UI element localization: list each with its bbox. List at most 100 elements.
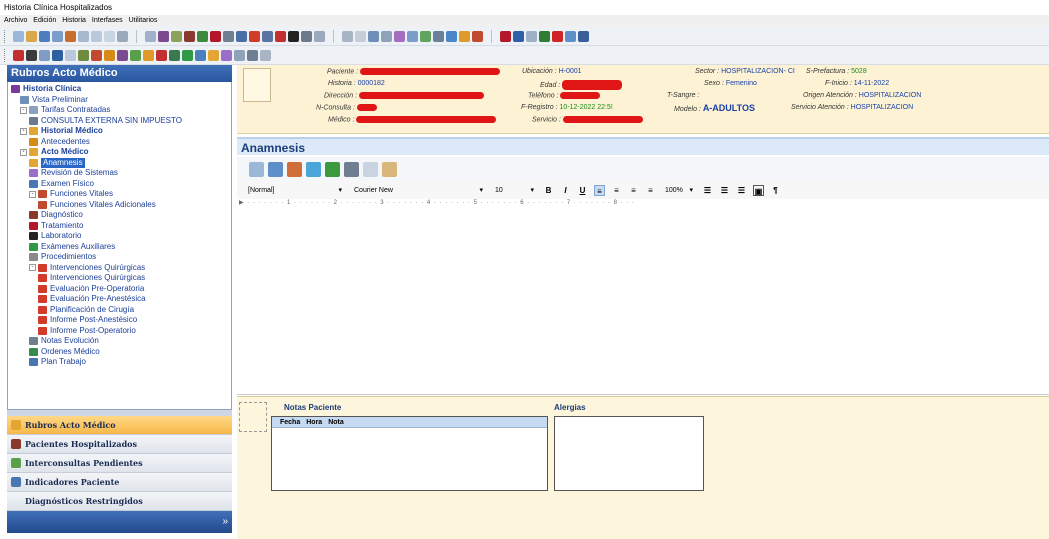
align-right-icon[interactable]: ≡ (628, 185, 639, 196)
person-icon[interactable] (578, 30, 589, 42)
allergies-list[interactable] (554, 416, 704, 491)
align-left-icon[interactable]: ≡ (594, 184, 605, 196)
bag-icon[interactable] (156, 49, 167, 61)
checkmark-icon[interactable] (325, 161, 340, 177)
nav-button[interactable]: Pacientes Hospitalizados (7, 435, 232, 454)
copy-icon[interactable] (91, 30, 102, 42)
key-icon[interactable] (459, 30, 470, 42)
numbered-list-icon[interactable]: ☰ (702, 185, 713, 196)
tree-item[interactable]: Diagnóstico (8, 210, 231, 221)
nav-button[interactable]: Rubros Acto Médico (7, 416, 232, 435)
tree-item[interactable]: Evaluación Pre-Operatoria (8, 284, 231, 295)
tree-item[interactable]: Revisión de Sistemas (8, 168, 231, 179)
list-icon[interactable] (145, 30, 156, 42)
report-icon[interactable] (158, 30, 169, 42)
ruler-marker-icon[interactable]: ▶ (239, 200, 245, 206)
sound-icon[interactable] (117, 30, 128, 42)
tree-item[interactable]: Antecedentes (8, 137, 231, 148)
nav-button[interactable]: Interconsultas Pendientes (7, 454, 232, 473)
paste-doc-icon[interactable] (382, 161, 397, 177)
panel-icon[interactable] (234, 49, 245, 61)
table-insert-icon[interactable] (287, 161, 302, 177)
menu-archivo[interactable]: Archivo (4, 17, 27, 24)
menu-historia[interactable]: Historia (62, 17, 86, 24)
edit-icon[interactable] (500, 30, 511, 42)
indent-icon[interactable]: ☰ (736, 185, 747, 196)
tree-item[interactable]: - Historial Médico (8, 126, 231, 137)
collapse-toggle-icon[interactable]: - (20, 127, 27, 135)
form-icon[interactable] (342, 30, 353, 42)
font-select[interactable]: Courier New ▾ (351, 184, 486, 197)
medal-icon[interactable] (221, 49, 232, 61)
tree-item[interactable]: Funciones Vitales Adicionales (8, 200, 231, 211)
tree-item[interactable]: Vista Preliminar (8, 95, 231, 106)
print-icon[interactable] (52, 30, 63, 42)
column-fecha[interactable]: Fecha (280, 417, 300, 427)
style-select[interactable]: [Normal] ▾ (245, 184, 345, 197)
nav-button[interactable]: Diagnósticos Restringidos (7, 492, 232, 511)
tree-icon[interactable] (78, 49, 89, 61)
toolbar-grip[interactable] (4, 29, 7, 43)
open-folder-icon[interactable] (306, 161, 321, 177)
brush2-icon[interactable] (91, 49, 102, 61)
arrow-icon[interactable] (52, 49, 63, 61)
check-icon[interactable] (197, 30, 208, 42)
nav-expand-button[interactable]: » (7, 511, 232, 533)
folder2-icon[interactable] (208, 49, 219, 61)
menu-utilitarios[interactable]: Utilitarios (129, 17, 158, 24)
tree-item[interactable]: Exámenes Auxiliares (8, 242, 231, 253)
tree-item[interactable]: Tratamiento (8, 221, 231, 232)
notes-table[interactable]: Fecha Hora Nota (271, 416, 548, 491)
clock-icon[interactable] (247, 49, 258, 61)
anamnesis-editor[interactable] (237, 210, 1049, 395)
disk-icon[interactable] (39, 30, 50, 42)
plant-icon[interactable] (182, 49, 193, 61)
syringe-icon[interactable] (26, 49, 37, 61)
clipboard2-icon[interactable] (169, 49, 180, 61)
frame-icon[interactable]: ▣ (753, 184, 764, 196)
bed2-icon[interactable] (39, 49, 50, 61)
pilcrow-button[interactable]: ¶ (770, 185, 781, 196)
tree-item[interactable]: Evaluación Pre-Anestésica (8, 294, 231, 305)
pill-icon[interactable] (275, 30, 286, 42)
collapse-toggle-icon[interactable]: - (29, 264, 36, 272)
tree-item[interactable]: - Tarifas Contratadas (8, 105, 231, 116)
keyboard-icon[interactable] (565, 30, 576, 42)
tree-item[interactable]: Procedimientos (8, 252, 231, 263)
abbreviation-icon[interactable] (268, 161, 283, 177)
tree-item[interactable]: - Acto Médico (8, 147, 231, 158)
link-icon[interactable] (314, 30, 325, 42)
chart-icon[interactable] (394, 30, 405, 42)
book-icon[interactable] (195, 49, 206, 61)
italic-button[interactable]: I (560, 185, 571, 196)
pen-icon[interactable] (171, 30, 182, 42)
save-blue-icon[interactable] (513, 30, 524, 42)
monitor-icon[interactable] (236, 30, 247, 42)
import-icon[interactable] (526, 30, 537, 42)
column-nota[interactable]: Nota (328, 417, 344, 427)
nurse-icon[interactable] (301, 30, 312, 42)
align-center-icon[interactable]: ≡ (611, 185, 622, 196)
alert-icon[interactable] (249, 30, 260, 42)
lab-icon[interactable] (210, 30, 221, 42)
collapse-toggle-icon[interactable]: - (29, 190, 36, 198)
new-icon[interactable] (13, 30, 24, 42)
heart-icon[interactable] (472, 30, 483, 42)
menu-interfases[interactable]: Interfases (92, 17, 123, 24)
emergency-icon[interactable] (13, 49, 24, 61)
verify-icon[interactable] (420, 30, 431, 42)
tree-item[interactable]: Notas Evolución (8, 336, 231, 347)
copy-doc-icon[interactable] (363, 161, 378, 177)
tree-item[interactable]: Plan Trabajo (8, 357, 231, 368)
justify-icon[interactable]: ≡ (645, 185, 656, 196)
doctor-icon[interactable] (288, 30, 299, 42)
calendar-icon[interactable] (381, 30, 392, 42)
tree-item[interactable]: Laboratorio (8, 231, 231, 242)
grid-icon[interactable] (446, 30, 457, 42)
collapse-toggle-icon[interactable]: - (20, 106, 27, 114)
ruler[interactable]: ▶ · · · · · · · 1 · · · · · · · 2 · · · … (237, 199, 1049, 210)
collapse-toggle-icon[interactable]: - (20, 148, 27, 156)
green-square-icon[interactable] (539, 30, 550, 42)
bed-icon[interactable] (223, 30, 234, 42)
nav-button[interactable]: Indicadores Paciente (7, 473, 232, 492)
